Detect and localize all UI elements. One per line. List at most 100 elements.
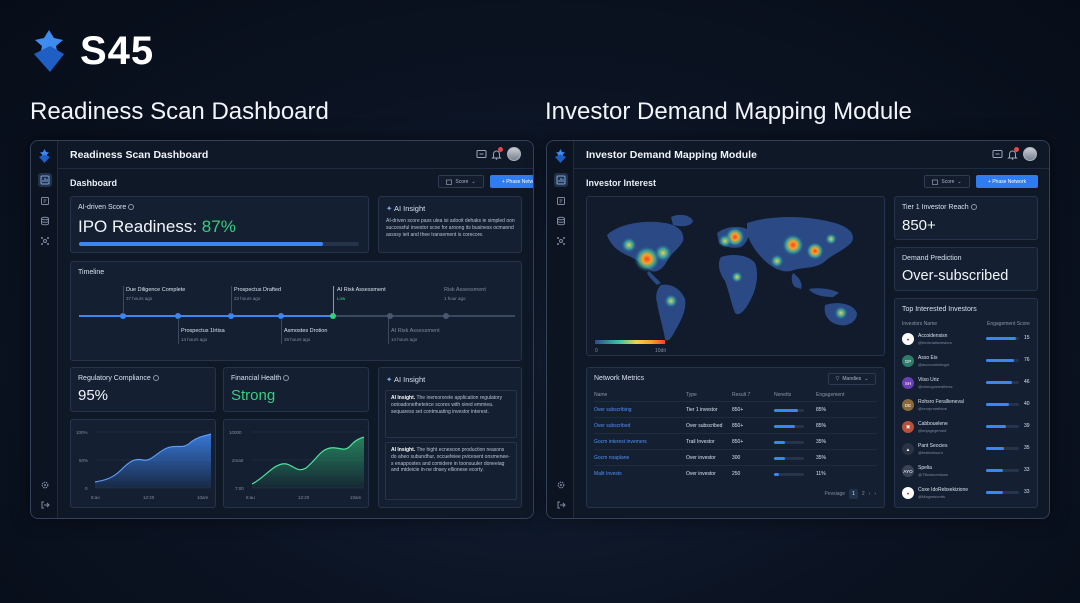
investor-handle: @TBciseomlows: [918, 472, 948, 477]
chat-icon[interactable]: [992, 149, 1003, 160]
x-tick: 10am: [197, 495, 209, 500]
sidebar-dashboard-icon[interactable]: [38, 173, 52, 187]
engagement-bar: [986, 425, 1019, 428]
investor-avatar: GP: [902, 355, 914, 367]
row-result: 850+: [732, 423, 744, 429]
sidebar-settings-icon[interactable]: [554, 478, 568, 492]
engagement-score: 39: [1024, 423, 1030, 429]
last-page-button[interactable]: ›: [874, 491, 876, 497]
topbar: Readiness Scan Dashboard: [58, 141, 533, 169]
y-tick: 7:00: [235, 486, 244, 491]
investor-row[interactable]: DE Rohsro Ferallieneval @reorprrsetbioe 40: [895, 395, 1037, 417]
table-row[interactable]: Gocm interest invemers Trail Investor 850+…: [594, 433, 877, 449]
engagement-bar: [986, 403, 1019, 406]
row-result: 300: [732, 455, 741, 461]
main-content: Investor Interest Score ⌄ + Phase Networ…: [574, 169, 1049, 518]
page-1-button[interactable]: 1: [849, 489, 858, 499]
sparkle-icon: ✦: [386, 204, 393, 213]
phase-network-button[interactable]: + Phase Network: [976, 175, 1038, 188]
investor-row[interactable]: SH Viiso Uriz @cinecgnwealhess 46: [895, 373, 1037, 395]
investor-avatar: ●: [902, 333, 914, 345]
chevron-down-icon: ⌄: [957, 178, 962, 185]
investor-row[interactable]: ▲ Pant Seocies @testbohsorn 35: [895, 439, 1037, 461]
investor-handle: @acocounintegot: [918, 362, 950, 367]
score-dropdown[interactable]: Score ⌄: [438, 175, 484, 188]
sidebar-network-icon[interactable]: [554, 234, 568, 248]
investor-name: Spelia: [918, 465, 932, 471]
sidebar-network-icon[interactable]: [38, 234, 52, 248]
page-2-button[interactable]: 2: [862, 491, 865, 497]
investors-col-name: Investors Name: [902, 321, 938, 327]
investor-handle: @hecknalinvestors: [918, 340, 952, 345]
sidebar-database-icon[interactable]: [554, 214, 568, 228]
sidebar-dashboard-icon[interactable]: [554, 173, 568, 187]
row-bar: [774, 441, 804, 444]
financial-area-chart: 10000 2ma0 7:00 8:au 12:20 10am: [229, 430, 365, 500]
row-name-link[interactable]: Gocm interest invemers: [594, 439, 647, 445]
sidebar-logout-icon[interactable]: [38, 498, 52, 512]
sidebar-logout-icon[interactable]: [554, 498, 568, 512]
investor-row[interactable]: ● Accoidensisn @hecknalinvestors 15: [895, 329, 1037, 351]
engagement-score: 46: [1024, 379, 1030, 385]
table-row[interactable]: Malit Invests Over investor 250 11%: [594, 465, 877, 481]
investor-handle: @cinecgnwealhess: [918, 384, 953, 389]
regulatory-card: Regulatory Compliance 95%: [70, 367, 216, 412]
timeline-event: Prospectus Drafted 22 hours ago: [234, 287, 282, 301]
investor-handle: @reorprrsetbioe: [918, 406, 947, 411]
sidebar-reports-icon[interactable]: [38, 194, 52, 208]
row-name-link[interactable]: Over subscribed: [594, 423, 630, 429]
table-row[interactable]: Gocm noaplane Over investor 300 35%: [594, 449, 877, 465]
row-result: 850+: [732, 439, 744, 445]
engagement-bar: [986, 359, 1019, 362]
app-logo-icon: [555, 149, 566, 163]
network-filter-dropdown[interactable]: ▽ Mandies ⌄: [828, 373, 876, 385]
row-type: Tier 1 investor: [686, 407, 718, 413]
ipo-readiness-progress: [79, 242, 359, 246]
investor-row[interactable]: ▣ Cabbouelene @enjagegemed 39: [895, 417, 1037, 439]
row-name-link[interactable]: Over subscribing: [594, 407, 632, 413]
row-bar: [774, 409, 804, 412]
score-dropdown[interactable]: Score ⌄: [924, 175, 970, 188]
investor-row[interactable]: GP Asso Eis @acocounintegot 76: [895, 351, 1037, 373]
engagement-score: 35: [1024, 445, 1030, 451]
table-row[interactable]: Over subscribing Tier 1 investor 850+ 85%: [594, 401, 877, 417]
x-tick: 12:20: [143, 495, 155, 500]
avatar[interactable]: [507, 147, 521, 161]
investor-avatar: ▣: [902, 421, 914, 433]
row-name-link[interactable]: Gocm noaplane: [594, 455, 629, 461]
demand-prediction-card: Demand Prediction Over-subscribed: [894, 247, 1038, 291]
world-heatmap-card: 0 10dit: [586, 196, 885, 356]
sidebar-settings-icon[interactable]: [38, 478, 52, 492]
map-legend-bar: [595, 340, 665, 344]
phase-network-button[interactable]: + Phase Network: [490, 175, 533, 188]
timeline-event: AI Risk Assessment 14 hours ago: [391, 328, 440, 342]
sidebar-database-icon[interactable]: [38, 214, 52, 228]
chat-icon[interactable]: [476, 149, 487, 160]
insight-block: AI Insight. The hight ecnesoon productio…: [385, 442, 517, 500]
world-heatmap: 0 10dit: [595, 214, 857, 354]
investor-row[interactable]: AYO Spelia @TBciseomlows 33: [895, 461, 1037, 483]
tier1-reach-card: Tier 1 Investor Reach 850+: [894, 196, 1038, 240]
timeline-event: Risk Assessment 1 hour ago: [444, 287, 486, 301]
investor-avatar: AYO: [902, 465, 914, 477]
filter-icon: ▽: [835, 376, 840, 382]
engagement-bar: [986, 381, 1019, 384]
investor-row[interactable]: ● Coxe IdoRebsekizione @Magnesomts 33: [895, 483, 1037, 505]
row-name-link[interactable]: Malit Invests: [594, 471, 622, 477]
section-title-left: Readiness Scan Dashboard: [30, 98, 329, 125]
sidebar-reports-icon[interactable]: [554, 194, 568, 208]
ipo-readiness-value: IPO Readiness: 87%: [78, 217, 236, 236]
x-tick: 8:au: [246, 495, 255, 500]
ai-insight-title: ✦ AI Insight: [386, 375, 426, 384]
ai-insight-card-top: ✦ AI Insight AI-driven score pass ulea i…: [378, 196, 522, 253]
app-title: Readiness Scan Dashboard: [70, 149, 209, 161]
next-page-button[interactable]: ›: [869, 491, 871, 497]
insight-block: AI Insight. The inemororete application …: [385, 390, 517, 438]
demand-label: Demand Prediction: [902, 255, 962, 262]
table-row[interactable]: Over subscribed Over subscribed 850+ 85%: [594, 417, 877, 433]
ai-score-card: AI-driven Score IPO Readiness: 87%: [70, 196, 369, 253]
app-title: Investor Demand Mapping Module: [586, 149, 757, 161]
compliance-area-chart: 100% 50% 0 8:ao 12:20 10am: [76, 430, 212, 500]
y-tick: 50%: [79, 458, 88, 463]
avatar[interactable]: [1023, 147, 1037, 161]
